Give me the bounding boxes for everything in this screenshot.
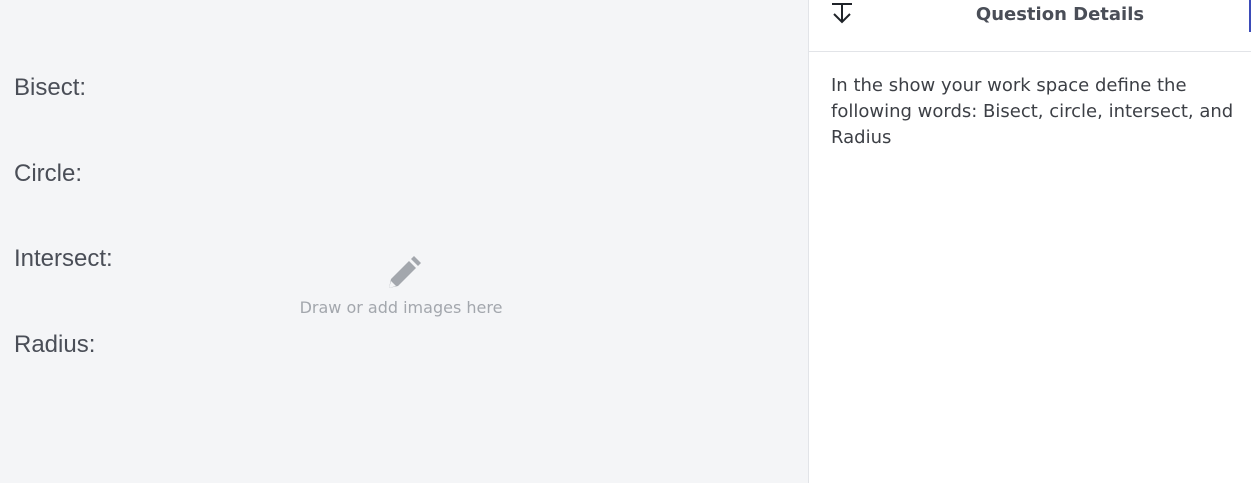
draw-placeholder[interactable]: Draw or add images here	[276, 250, 526, 317]
pencil-icon	[389, 256, 421, 288]
term-intersect: Intersect:	[14, 245, 113, 272]
term-radius: Radius:	[14, 331, 96, 358]
term-bisect: Bisect:	[14, 74, 87, 101]
term-circle: Circle:	[14, 160, 83, 187]
app-root: Bisect: Circle: Intersect: Radius: Draw …	[0, 0, 1251, 483]
panel-header: Question Details	[809, 0, 1251, 52]
question-text: In the show your work space define the f…	[831, 75, 1234, 148]
placeholder-text: Draw or add images here	[299, 298, 503, 317]
work-canvas[interactable]: Bisect: Circle: Intersect: Radius: Draw …	[0, 0, 809, 483]
panel-title: Question Details	[975, 4, 1145, 25]
question-details-panel: Question Details In the show your work s…	[809, 0, 1251, 483]
